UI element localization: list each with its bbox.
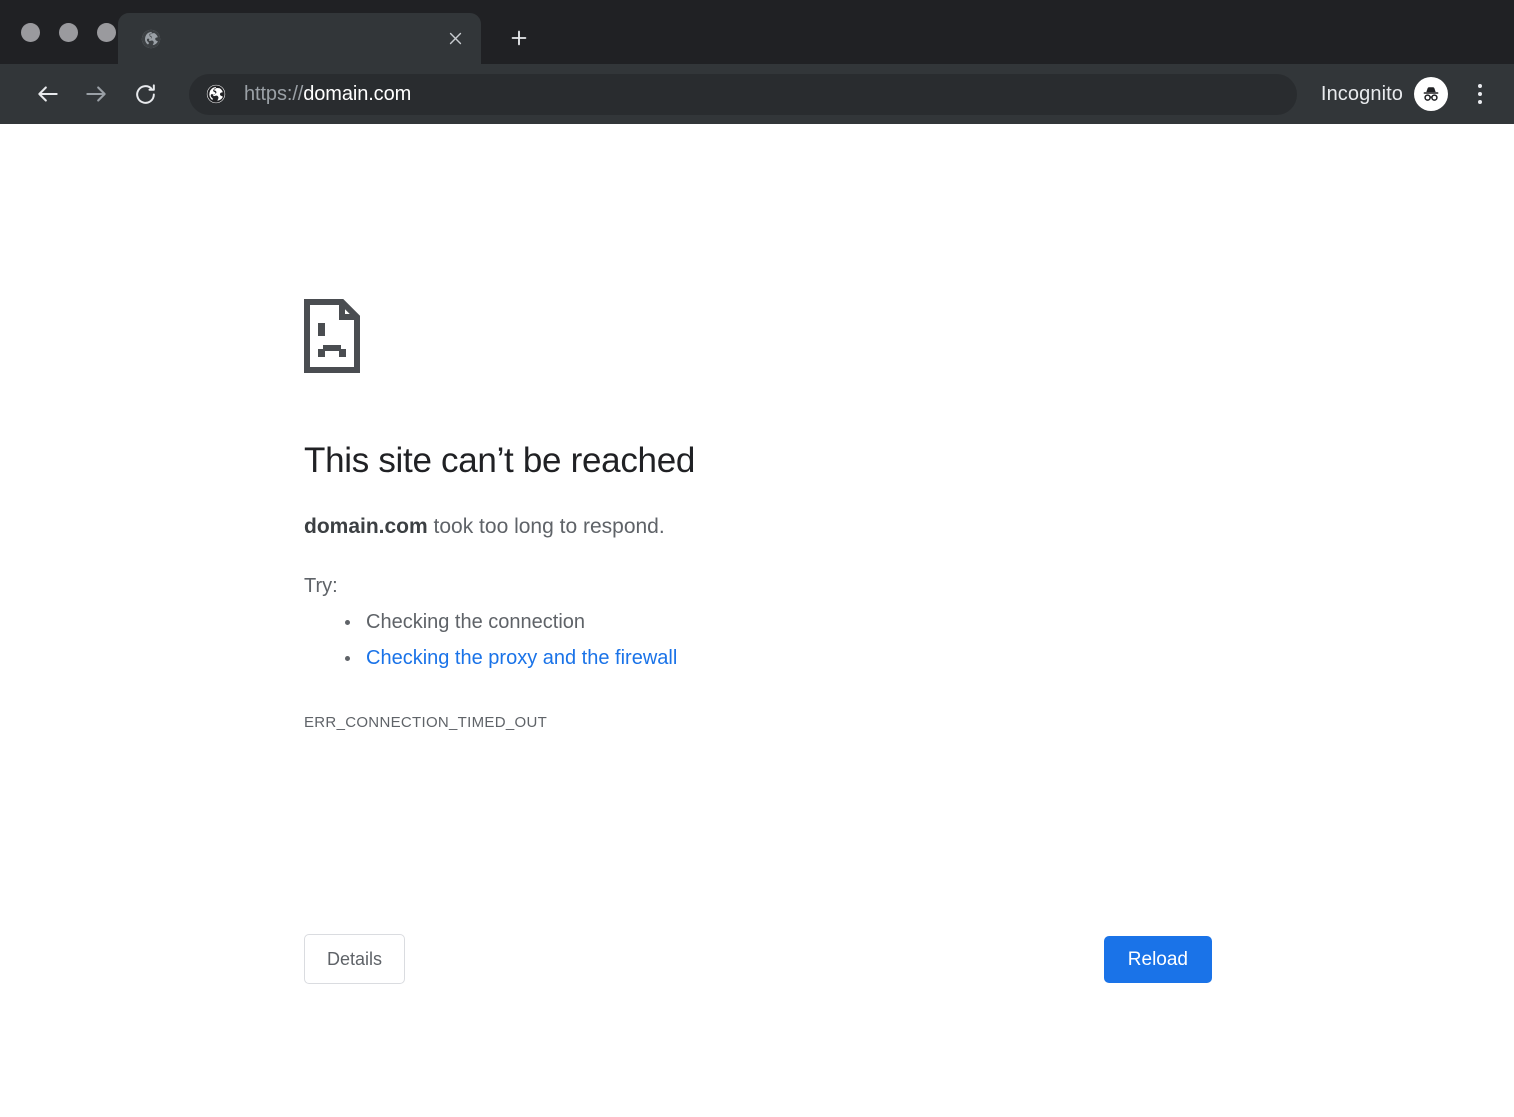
window-maximize-button[interactable] [97, 22, 116, 42]
menu-dot [1478, 84, 1482, 88]
forward-arrow-icon[interactable] [74, 72, 118, 116]
incognito-label: Incognito [1320, 82, 1403, 105]
globe-icon [205, 83, 227, 105]
suggestion-list: Checking the connection Checking the pro… [304, 604, 1214, 676]
reload-icon[interactable] [123, 72, 167, 116]
list-item[interactable]: Checking the proxy and the firewall [304, 640, 1214, 676]
back-arrow-icon[interactable] [26, 72, 70, 116]
incognito-icon [1414, 77, 1448, 111]
browser-toolbar: https://domain.com Incognito [0, 64, 1514, 124]
three-dots-icon[interactable] [1460, 72, 1500, 116]
error-page-content: This site can’t be reached domain.com to… [304, 299, 1214, 731]
url-scheme: https:// [244, 82, 304, 105]
browser-window: https://domain.com Incognito This site c… [0, 0, 1514, 1117]
error-summary-host: domain.com [304, 514, 428, 538]
url-host: domain.com [303, 82, 412, 105]
suggestion-text: Checking the connection [366, 611, 586, 634]
window-minimize-button[interactable] [59, 22, 78, 42]
tab-strip [0, 0, 1514, 64]
traffic-lights [0, 0, 116, 64]
proxy-firewall-link[interactable]: Checking the proxy and the firewall [366, 647, 677, 669]
window-close-button[interactable] [21, 22, 40, 42]
details-button[interactable]: Details [304, 934, 406, 984]
globe-icon [140, 28, 162, 50]
address-bar[interactable]: https://domain.com [189, 73, 1297, 115]
menu-dot [1478, 92, 1482, 96]
error-button-row: Details Reload [304, 934, 1212, 984]
new-tab-button[interactable] [499, 18, 539, 58]
error-summary-rest: took too long to respond. [427, 514, 665, 538]
error-code: ERR_CONNECTION_TIMED_OUT [304, 714, 548, 732]
close-icon[interactable] [441, 25, 469, 53]
error-summary: domain.com took too long to respond. [304, 511, 1214, 543]
try-label: Try: [304, 575, 338, 598]
sad-page-icon [304, 299, 360, 373]
incognito-indicator[interactable]: Incognito [1313, 77, 1450, 111]
tab-active[interactable] [118, 13, 481, 64]
list-item: Checking the connection [304, 604, 1214, 640]
menu-dot [1478, 100, 1482, 104]
reload-button[interactable]: Reload [1103, 935, 1212, 983]
page-title: This site can’t be reached [304, 441, 696, 480]
address-bar-text: https://domain.com [227, 83, 411, 106]
page-viewport: This site can’t be reached domain.com to… [0, 124, 1514, 1117]
